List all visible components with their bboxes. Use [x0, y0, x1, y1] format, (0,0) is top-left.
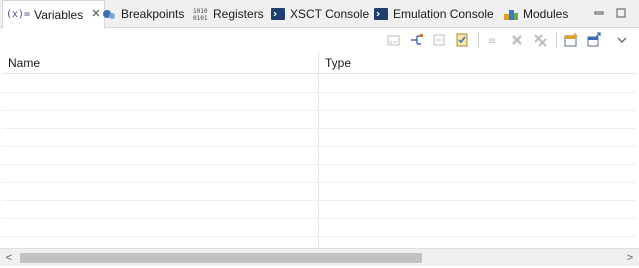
horizontal-scrollbar[interactable]: < >: [0, 248, 639, 266]
remove-all-icon[interactable]: [531, 31, 549, 49]
minimize-icon[interactable]: [590, 4, 608, 22]
maximize-icon[interactable]: [612, 4, 630, 22]
tab-label-breakpoints: Breakpoints: [121, 7, 185, 21]
variables-icon: (x)=: [6, 9, 31, 20]
table-row[interactable]: [2, 201, 637, 219]
scroll-thumb[interactable]: [20, 253, 422, 263]
tab-modules[interactable]: Modules: [500, 0, 571, 28]
svg-text:x=: x=: [389, 39, 398, 46]
select-all-icon[interactable]: [453, 31, 471, 49]
console-icon: [373, 7, 389, 21]
show-type-names-icon[interactable]: x=: [385, 31, 403, 49]
table-row[interactable]: [2, 129, 637, 147]
scroll-right-arrow[interactable]: >: [621, 249, 639, 267]
table-row[interactable]: [2, 165, 637, 183]
table-row[interactable]: [2, 75, 637, 93]
view-toolbar: x= ≡: [0, 28, 639, 52]
registers-icon: 1010 0101: [193, 7, 209, 21]
tab-variables[interactable]: (x)= Variables: [2, 0, 106, 29]
toolbar-separator: [556, 32, 557, 48]
tab-xsct-console[interactable]: XSCT Console: [267, 0, 372, 28]
console-icon: [270, 7, 286, 21]
table-row[interactable]: [2, 219, 637, 237]
column-header-type[interactable]: Type: [319, 52, 637, 74]
tab-label-variables: Variables: [34, 7, 84, 22]
tab-registers[interactable]: 1010 0101 Registers: [190, 0, 267, 28]
tab-breakpoints[interactable]: Breakpoints: [98, 0, 187, 28]
view-tab-bar: (x)= Variables Breakpoints 1010 0101 Regi…: [0, 0, 639, 29]
table-row[interactable]: [2, 183, 637, 201]
svg-text:≡: ≡: [488, 36, 496, 47]
table-row[interactable]: [2, 93, 637, 111]
tab-label-registers: Registers: [213, 7, 264, 21]
show-logical-structure-icon[interactable]: [408, 31, 426, 49]
tab-label-xsct-console: XSCT Console: [290, 7, 370, 21]
scroll-left-arrow[interactable]: <: [0, 249, 18, 267]
new-view-icon[interactable]: [562, 31, 580, 49]
column-header-name[interactable]: Name: [2, 52, 318, 74]
svg-text:0101: 0101: [193, 15, 208, 21]
breakpoints-icon: [101, 7, 117, 21]
toolbar-separator: [478, 32, 479, 48]
variables-table: Name Type: [2, 52, 637, 248]
table-row[interactable]: [2, 111, 637, 129]
svg-text:1010: 1010: [193, 8, 208, 15]
collapse-all-icon[interactable]: [430, 31, 448, 49]
modules-icon: [503, 7, 519, 21]
remove-icon[interactable]: [508, 31, 526, 49]
tab-emulation-console[interactable]: Emulation Console: [370, 0, 497, 28]
tab-label-emulation-console: Emulation Console: [393, 7, 494, 21]
table-row[interactable]: [2, 147, 637, 165]
add-global-variables-icon[interactable]: ≡: [485, 31, 503, 49]
export-icon[interactable]: [585, 31, 603, 49]
view-menu-icon[interactable]: [613, 31, 631, 49]
tab-label-modules: Modules: [523, 7, 569, 21]
table-header: Name Type: [2, 52, 637, 74]
